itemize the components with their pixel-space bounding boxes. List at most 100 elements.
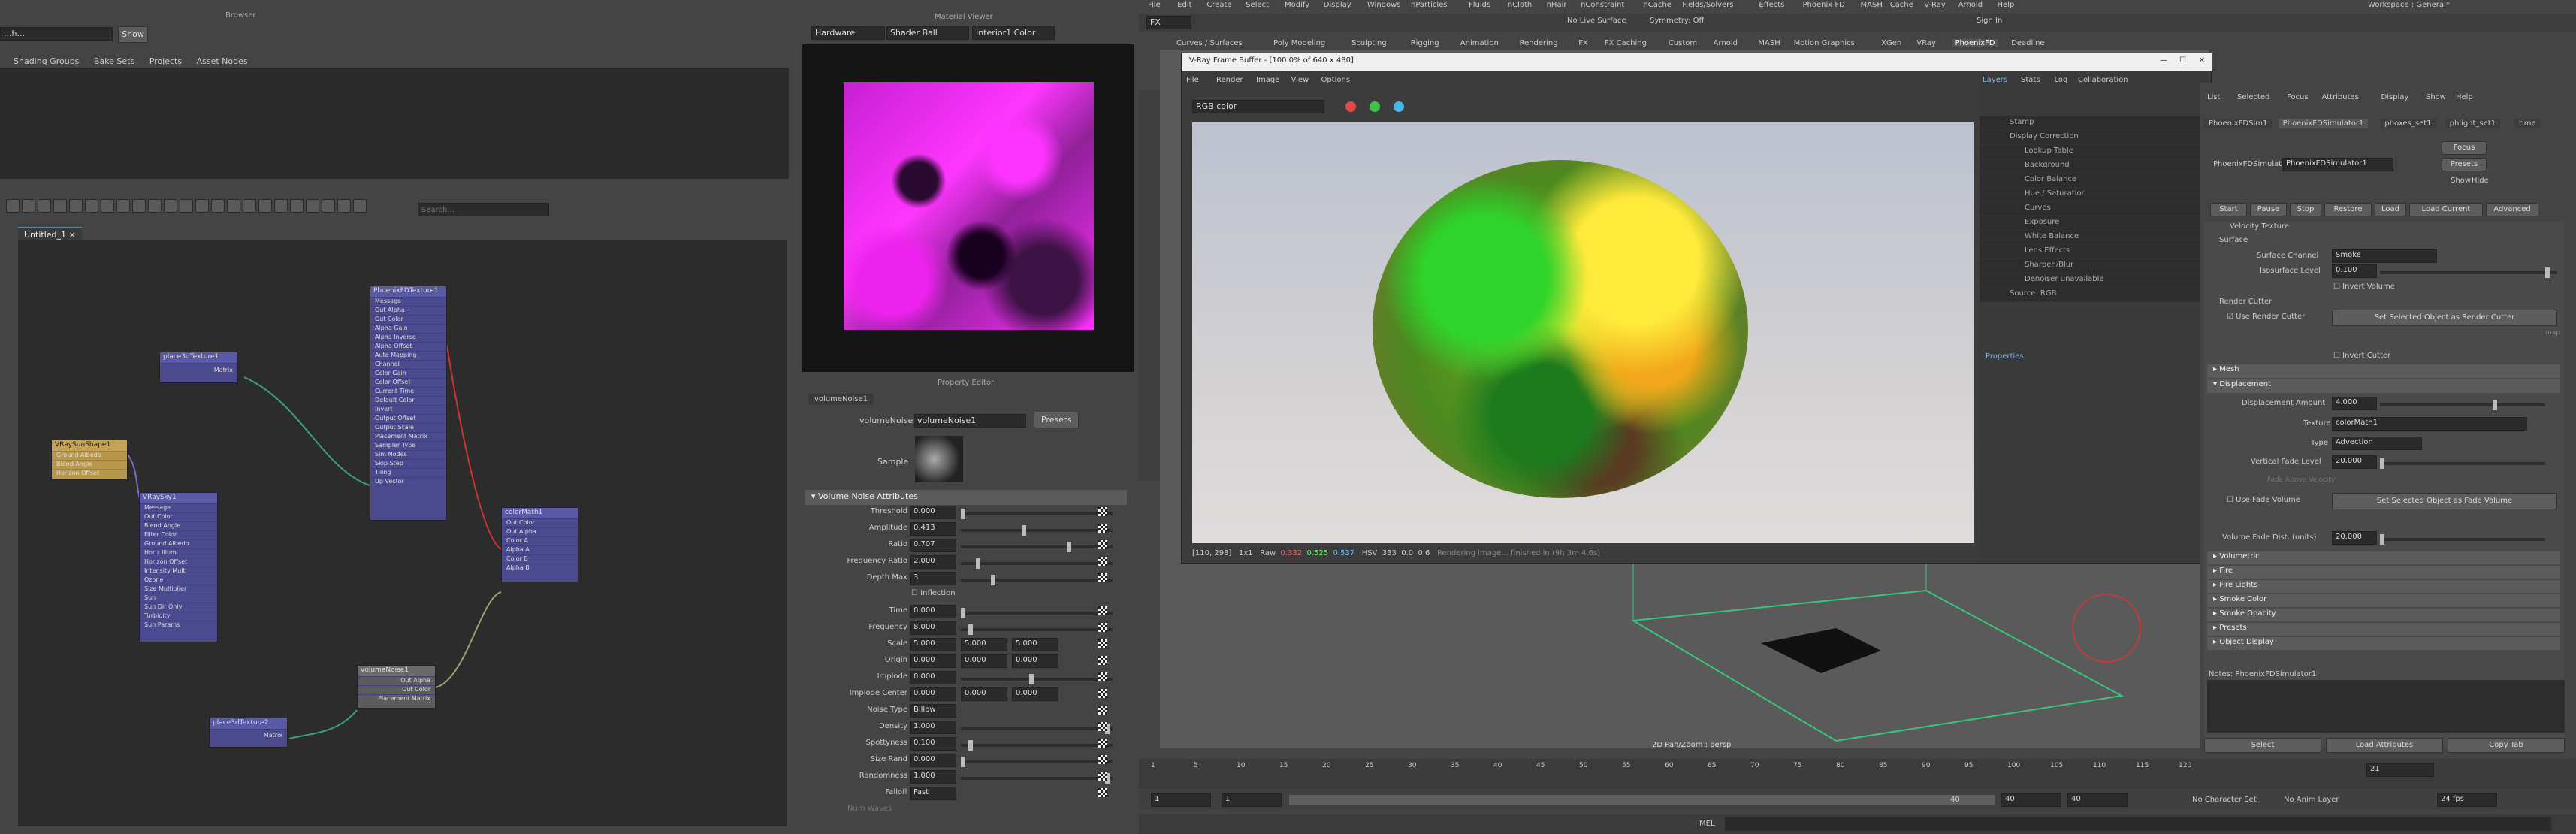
range-start-field[interactable]: 1 [1222,793,1282,807]
ae-section[interactable]: ▸ Smoke Color [2207,594,2560,607]
tab-shading-groups[interactable]: Shading Groups [8,54,85,68]
menu-edit[interactable]: Edit [1177,1,1191,9]
attr-field[interactable]: 0.000 [961,654,1007,668]
node-port[interactable]: Tiling [370,468,446,477]
ae-menu-item[interactable]: Show [2426,93,2446,101]
node-port[interactable]: Color A [502,536,578,545]
node-port[interactable]: Color Gain [370,369,446,378]
vfb-layer[interactable]: Denoiser unavailable [1980,273,2205,288]
menu-v-ray[interactable]: V-Ray [1924,1,1946,9]
attr-slider[interactable] [961,509,1113,519]
menu-select[interactable]: Select [1246,1,1269,9]
raw-label[interactable]: Raw [1260,549,1276,558]
vfb-layer[interactable]: Hue / Saturation [1980,188,2205,202]
sim-button[interactable]: Stop [2290,203,2321,216]
attr-field[interactable]: 0.000 [910,654,956,668]
node-port[interactable]: Skip Step [370,459,446,468]
node-place3d-texture1[interactable]: place3dTexture1 Matrix [159,352,238,383]
attr-slider[interactable] [961,624,1113,635]
attr-field[interactable]: 5.000 [910,638,956,651]
ae-tab[interactable]: PhoenixFDSimulator1 [2278,119,2369,128]
volume-noise-section[interactable]: ▾ Volume Noise Attributes [805,490,1127,505]
end-frame-field[interactable]: 40 [2001,793,2061,807]
ae-tab[interactable]: time [2514,119,2541,128]
attr-field[interactable]: 5.000 [1012,638,1058,651]
menu-create[interactable]: Create [1206,1,1231,9]
shelf-tab[interactable]: Arnold [1714,39,1738,47]
node-vraysunshape[interactable]: VRaySunShape1 Ground Albedo Blend Angle … [51,440,128,480]
menu-modify[interactable]: Modify [1285,1,1309,9]
pe-node-field[interactable]: volumeNoise1 [914,414,1026,428]
type-dropdown[interactable]: Advection [2332,437,2422,450]
node-port[interactable]: Alpha Gain [370,324,446,333]
attr-field[interactable]: 0.000 [910,754,956,767]
menu-file[interactable]: File [1148,1,1161,9]
menu-help[interactable]: Help [1998,1,2015,9]
menu-mash[interactable]: MASH [1861,1,1883,9]
attr-field[interactable]: 0.000 [910,605,956,618]
shader-dropdown[interactable]: Shader Ball [886,26,969,40]
ae-tab[interactable]: phoxes_set1 [2380,119,2436,128]
attr-field[interactable]: 5.000 [961,638,1007,651]
vol-fade-slider[interactable] [2380,534,2545,545]
character-set[interactable]: No Character Set [2192,796,2257,804]
map-icon[interactable] [1098,739,1107,748]
renderer-dropdown[interactable]: Hardware [811,26,885,40]
attr-field[interactable]: 0.000 [1012,687,1058,701]
range-bar[interactable] [1289,795,1995,805]
ae-section[interactable]: ▸ Volumetric [2207,551,2560,564]
environment-dropdown[interactable]: Interior1 Color [972,26,1055,40]
tab-projects[interactable]: Projects [143,54,188,68]
attr-field[interactable]: Billow [910,704,956,718]
node-port[interactable]: Out Color [370,315,446,324]
texture-field[interactable]: colorMath1 [2332,417,2527,431]
vfb-layer[interactable]: Display Correction [1980,131,2205,145]
shelf-tab[interactable]: FX Caching [1605,39,1647,47]
ratio[interactable]: 1x1 [1239,549,1253,558]
node-port[interactable]: Sun Params [140,621,217,630]
vfb-side-tab[interactable]: Stats [2021,76,2040,84]
inflection-checkbox[interactable]: ☐ Inflection [911,589,956,597]
node-port[interactable]: Auto Mapping [370,351,446,360]
node-port[interactable]: Output Offset [370,414,446,423]
ae-tab[interactable]: PhoenixFDSim1 [2204,119,2272,128]
vol-fade-field[interactable]: 20.000 [2332,531,2377,545]
map-icon[interactable] [1098,557,1107,566]
close-icon[interactable]: ✕ [2199,56,2205,65]
set-fade-volume-button[interactable]: Set Selected Object as Fade Volume [2332,493,2557,509]
node-port[interactable]: Placement Matrix [370,432,446,441]
vfb-layer[interactable]: Source: RGB [1980,288,2205,302]
shelf-tab[interactable]: VRay [1916,39,1936,47]
mode-value[interactable]: HSV [1362,549,1378,558]
disp-amount-slider[interactable] [2380,400,2545,410]
map-icon[interactable] [1098,507,1107,516]
map-icon[interactable] [1098,540,1107,549]
focus-button[interactable]: Focus [2442,141,2487,155]
node-port[interactable]: Matrix [160,363,237,372]
current-frame-field[interactable]: 21 [2366,763,2434,777]
use-fade-volume-checkbox[interactable]: ☐ Use Fade Volume [2227,496,2300,504]
node-phoenixfd-texture[interactable]: PhoenixFDTexture1 Message Out Alpha Out Co… [370,286,447,521]
maximize-icon[interactable]: ☐ [2179,56,2186,65]
ae-menu-item[interactable]: Selected [2237,93,2269,101]
vfb-side-tab[interactable]: Log [2055,76,2068,84]
menu-windows[interactable]: Windows [1367,1,1401,9]
menu-cache[interactable]: Cache [1890,1,1913,9]
node-port[interactable]: Out Color [502,518,578,527]
attr-slider[interactable] [961,608,1113,618]
red-channel-icon[interactable] [1345,101,1356,112]
node-colormath[interactable]: colorMath1 Out Color Out Alpha Color A Alph… [501,507,578,582]
ae-bottom-button[interactable]: Load Attributes [2326,738,2443,753]
browser-content[interactable] [0,68,789,179]
map-icon[interactable] [1098,689,1107,698]
ae-presets-button[interactable]: Presets [2442,158,2487,171]
vfb-layer[interactable]: Color Balance [1980,174,2205,188]
shelf-tab[interactable]: FX [1578,39,1588,47]
vfade-slider[interactable] [2380,458,2545,469]
tab-asset-nodes[interactable]: Asset Nodes [191,54,254,68]
mel-label[interactable]: MEL [1699,820,1715,828]
attr-field[interactable]: 0.413 [910,522,956,536]
hide-label[interactable]: Hide [2472,177,2489,185]
node-port[interactable]: Ground Albedo [52,451,127,460]
shelf-tab[interactable]: Motion Graphics [1794,39,1855,47]
